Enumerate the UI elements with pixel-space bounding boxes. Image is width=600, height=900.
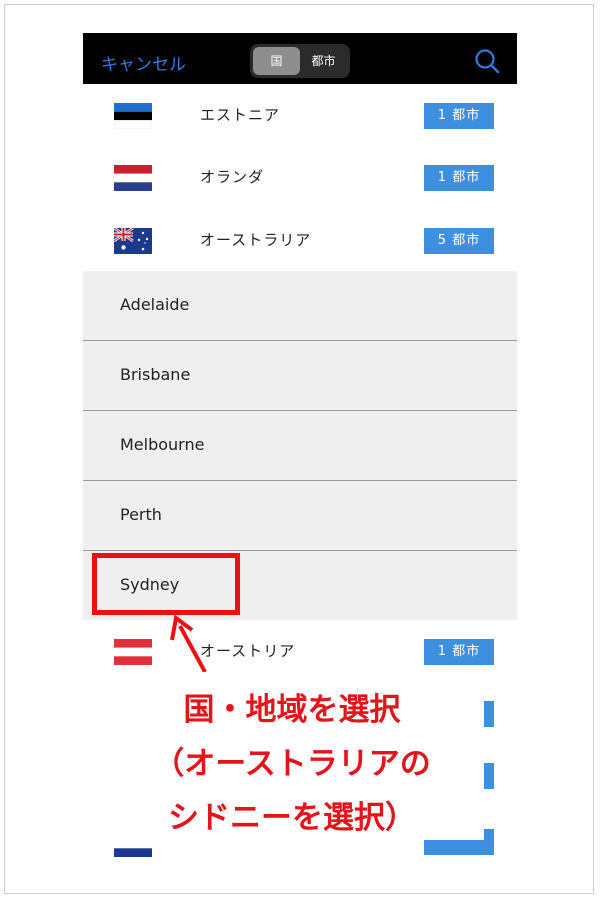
australia-flag-icon (114, 228, 152, 254)
city-name: Brisbane (120, 365, 191, 384)
city-count-badge: 1 都市 (424, 639, 494, 665)
city-name: Melbourne (120, 435, 205, 454)
estonia-flag-icon (114, 103, 152, 129)
country-name: オーストリア (200, 642, 296, 660)
city-name: Adelaide (120, 295, 190, 314)
country-name: エストニア (200, 106, 281, 124)
callout-line-1: 国・地域を選択 (183, 692, 401, 728)
sydney-highlight-box (92, 553, 240, 615)
city-row-brisbane[interactable]: Brisbane (83, 341, 517, 411)
country-city-toggle[interactable]: 国 都市 (250, 44, 350, 78)
country-row-australia[interactable]: オーストラリア 5 都市 (83, 209, 517, 271)
city-count-badge: 5 都市 (424, 228, 494, 254)
city-row-adelaide[interactable]: Adelaide (83, 271, 517, 341)
city-count-badge: 1 都市 (424, 165, 494, 191)
callout-line-3: シドニーを選択） (168, 800, 416, 836)
segment-country[interactable]: 国 (253, 47, 300, 75)
netherlands-flag-icon (114, 165, 152, 191)
city-row-perth[interactable]: Perth (83, 481, 517, 551)
country-name: オーストラリア (200, 231, 312, 249)
search-icon[interactable] (473, 47, 501, 75)
callout-line-2: （オーストラリアの (153, 746, 431, 782)
cancel-button[interactable]: キャンセル (101, 50, 186, 75)
annotation-callout: 国・地域を選択 （オーストラリアの シドニーを選択） (100, 672, 484, 840)
country-row-netherlands[interactable]: オランダ 1 都市 (83, 146, 517, 208)
city-name: Perth (120, 505, 162, 524)
city-row-melbourne[interactable]: Melbourne (83, 411, 517, 481)
country-name: オランダ (200, 168, 265, 186)
austria-flag-icon (114, 639, 152, 665)
segment-city[interactable]: 都市 (300, 47, 347, 75)
city-count-badge: 1 都市 (424, 103, 494, 129)
country-row-estonia[interactable]: エストニア 1 都市 (83, 84, 517, 146)
